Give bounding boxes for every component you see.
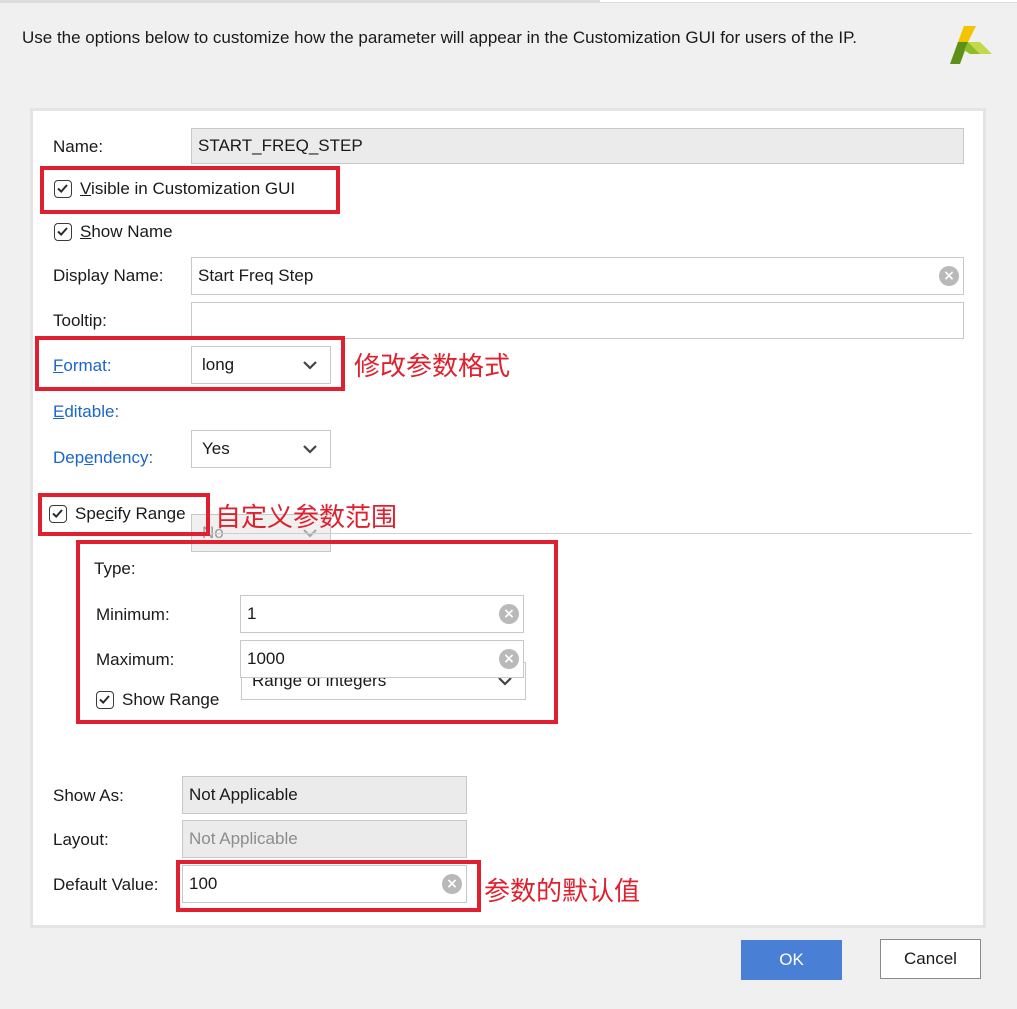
default-value-label: Default Value: [53,875,159,894]
display-name-input[interactable]: Start Freq Step × [191,257,964,295]
range-annotation-note: 自定义参数范围 [215,503,398,533]
editable-value: Yes [202,439,230,458]
checkmark-icon [57,227,68,237]
annotation-box-specify-range [38,493,210,536]
show-name-checkbox[interactable] [54,223,72,241]
intro-text: Use the options below to customize how t… [22,28,857,47]
vendor-logo-icon [950,26,992,64]
chevron-down-icon [303,445,317,454]
name-field: START_FREQ_STEP [191,128,964,164]
annotation-box-visible [40,166,340,214]
show-as-label: Show As: [53,786,124,805]
name-label: Name: [53,137,104,156]
name-value: START_FREQ_STEP [198,136,363,155]
annotation-box-range [76,540,558,724]
editable-select[interactable]: Yes [191,430,331,468]
annotation-box-format [35,336,345,391]
default-annotation-note: 参数的默认值 [484,877,641,907]
display-name-label: Display Name: [53,266,164,285]
editable-label: Editable: [53,402,120,421]
layout-label: Layout: [53,830,109,849]
range-separator [212,533,972,534]
top-border-highlight [600,0,1017,2]
cancel-button[interactable]: Cancel [880,939,981,979]
show-name-label: Show Name [80,222,173,241]
layout-value: Not Applicable [189,829,298,848]
layout-field: Not Applicable [182,820,467,858]
clear-icon[interactable]: × [939,266,959,286]
ok-button[interactable]: OK [741,940,842,980]
show-as-field: Not Applicable [182,776,467,814]
show-as-value: Not Applicable [189,785,298,804]
tooltip-label: Tooltip: [53,311,107,330]
tooltip-input[interactable] [191,302,964,339]
annotation-box-default [176,860,481,912]
dependency-label: Dependency: [53,448,154,467]
format-annotation-note: 修改参数格式 [354,352,511,382]
show-name-checkbox-row[interactable]: Show Name [54,222,173,242]
display-name-value: Start Freq Step [198,266,314,285]
